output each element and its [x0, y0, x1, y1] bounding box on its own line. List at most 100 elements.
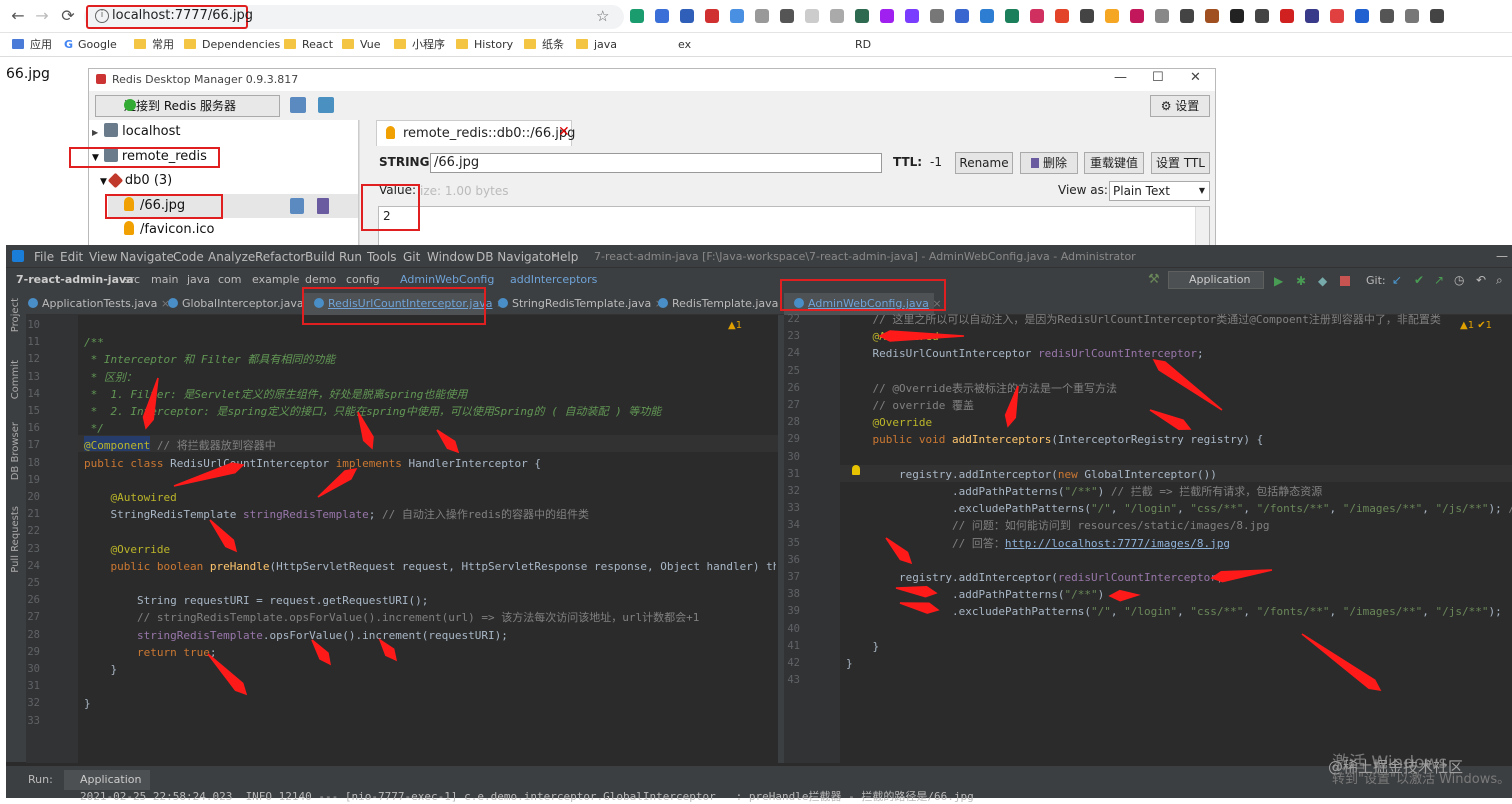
breadcrumb-item[interactable]: java — [187, 273, 210, 286]
code-line[interactable]: String requestURI = request.getRequestUR… — [84, 592, 776, 609]
bookmark-folder[interactable]: History — [456, 37, 513, 53]
bookmark-apps[interactable]: 应用 — [12, 37, 52, 53]
settings-button[interactable]: ⚙ 设置 — [1150, 95, 1210, 117]
code-line[interactable]: StringRedisTemplate stringRedisTemplate;… — [84, 506, 776, 523]
code-line[interactable]: // 回答：http://localhost:7777/images/8.jpg — [846, 535, 1230, 552]
code-line[interactable]: .addPathPatterns("/**") — [846, 586, 1104, 603]
bookmark-folder[interactable]: Dependencies — [184, 37, 280, 53]
code-line[interactable]: public void addInterceptors(InterceptorR… — [846, 431, 1264, 448]
extension-icon[interactable] — [1105, 9, 1119, 23]
extension-icon[interactable] — [680, 9, 694, 23]
menu-item[interactable]: Edit — [60, 250, 83, 264]
bookmark-folder[interactable]: Vue — [342, 37, 381, 53]
commit-tool-button[interactable]: Commit — [10, 360, 21, 399]
run-tab-application[interactable]: Application — [64, 770, 150, 790]
extension-icon[interactable] — [1180, 9, 1194, 23]
extension-icon[interactable] — [1430, 9, 1444, 23]
extension-icon[interactable] — [1055, 9, 1069, 23]
code-line[interactable]: } — [846, 655, 853, 672]
code-line[interactable]: registry.addInterceptor(redisUrlCountInt… — [846, 569, 1224, 586]
reload-icon[interactable]: ⟳ — [58, 6, 78, 26]
code-line[interactable] — [84, 472, 776, 489]
project-tool-button[interactable]: Project — [10, 298, 21, 332]
code-line[interactable]: * 1. Filter: 是Servlet定义的原生组件，好处是脱离spring… — [84, 386, 776, 403]
copy-key-icon[interactable] — [290, 198, 304, 214]
bookmark-folder[interactable]: React — [284, 37, 333, 53]
extension-icon[interactable] — [1230, 9, 1244, 23]
git-commit-icon[interactable]: ✔ — [1414, 273, 1424, 287]
breadcrumb-item[interactable]: com — [218, 273, 242, 286]
extension-icon[interactable] — [1380, 9, 1394, 23]
menu-item[interactable]: View — [89, 250, 117, 264]
breadcrumb-item[interactable]: src — [124, 273, 140, 286]
extension-icon[interactable] — [630, 9, 644, 23]
code-line[interactable]: // @Override表示被标注的方法是一个重写方法 — [846, 380, 1116, 397]
code-line[interactable] — [84, 317, 776, 334]
extension-icon[interactable] — [1280, 9, 1294, 23]
menu-item[interactable]: Build — [305, 250, 335, 264]
code-line[interactable]: /** — [84, 334, 776, 351]
bookmark-google[interactable]: G Google — [64, 37, 117, 53]
set-ttl-button[interactable]: 设置 TTL — [1151, 152, 1210, 174]
coverage-icon[interactable]: ◆ — [1318, 274, 1327, 288]
extension-icon[interactable] — [1030, 9, 1044, 23]
run-config-select[interactable]: Application — [1168, 271, 1264, 289]
minimize-icon[interactable]: — — [1496, 249, 1508, 263]
code-line[interactable]: @Component // 将拦截器放到容器中 — [84, 437, 776, 454]
code-line[interactable]: public boolean preHandle(HttpServletRequ… — [84, 558, 777, 575]
breadcrumb-item[interactable]: demo — [305, 273, 336, 286]
view-as-select[interactable]: Plain Text ▼ — [1109, 181, 1210, 201]
tab-application-tests[interactable]: ApplicationTests.java × — [28, 297, 170, 310]
debug-icon[interactable]: ✱ — [1296, 274, 1306, 288]
bookmark-star-icon[interactable]: ☆ — [596, 7, 609, 25]
tab-redis-template[interactable]: RedisTemplate.java ⌄ — [658, 297, 791, 310]
code-line[interactable]: // override 覆盖 — [846, 397, 973, 414]
code-line[interactable] — [84, 523, 776, 540]
menu-item[interactable]: Refactor — [255, 250, 305, 264]
breadcrumb-item[interactable]: addInterceptors — [510, 273, 597, 286]
stop-icon[interactable] — [1340, 276, 1350, 286]
bookmark-folder[interactable]: 纸条 — [524, 37, 564, 53]
menu-item[interactable]: Run — [339, 250, 362, 264]
breadcrumb-item[interactable]: config — [346, 273, 380, 286]
breadcrumb-item[interactable]: example — [252, 273, 299, 286]
hammer-icon[interactable]: ⚒ — [1148, 272, 1160, 287]
close-tab-icon[interactable]: ✕ — [558, 124, 570, 140]
code-line[interactable]: } — [84, 695, 776, 712]
tree-item-db0[interactable]: ▼ db0 (3) — [100, 169, 172, 193]
rollback-icon[interactable]: ↶ — [1476, 273, 1486, 287]
code-line[interactable]: * 2. Interceptor: 是spring定义的接口，只能在spring… — [84, 403, 776, 420]
bookmark-ex[interactable]: ex — [678, 37, 691, 53]
code-line[interactable]: @Autowired — [84, 489, 776, 506]
menu-item[interactable]: File — [34, 250, 54, 264]
extension-icon[interactable] — [755, 9, 769, 23]
extension-icon[interactable] — [905, 9, 919, 23]
git-update-icon[interactable]: ↙ — [1392, 273, 1402, 287]
code-line[interactable]: @Override — [84, 541, 776, 558]
code-line[interactable]: public class RedisUrlCountInterceptor im… — [84, 455, 776, 472]
extension-icon[interactable] — [980, 9, 994, 23]
info-icon[interactable]: i — [95, 9, 109, 23]
connect-redis-button[interactable]: 连接到 Redis 服务器 — [95, 95, 280, 117]
tab-string-redis-template[interactable]: StringRedisTemplate.java × — [498, 297, 664, 310]
menu-item[interactable]: Tools — [367, 250, 397, 264]
code-line[interactable]: // 问题：如何能访问到 resources/static/images/8.j… — [846, 517, 1270, 534]
tree-item-localhost[interactable]: ▶ localhost — [92, 120, 181, 144]
extension-icon[interactable] — [655, 9, 669, 23]
value-scrollbar[interactable] — [1195, 207, 1209, 247]
export-icon[interactable] — [318, 97, 334, 113]
menu-item[interactable]: Analyze — [208, 250, 255, 264]
delete-button[interactable]: 删除 — [1020, 152, 1078, 174]
breadcrumb-item[interactable]: 7-react-admin-java — [16, 273, 134, 286]
menu-item[interactable]: Window — [427, 250, 474, 264]
bookmark-rd[interactable]: RD — [855, 37, 871, 53]
extension-icon[interactable] — [955, 9, 969, 23]
code-line[interactable]: // 这里之所以可以自动注入，是因为RedisUrlCountIntercept… — [846, 311, 1440, 328]
code-line[interactable]: return true; — [84, 644, 776, 661]
code-line[interactable]: // stringRedisTemplate.opsForValue().inc… — [84, 609, 776, 626]
code-line[interactable] — [84, 575, 776, 592]
extension-icon[interactable] — [730, 9, 744, 23]
bookmark-folder[interactable]: java — [576, 37, 617, 53]
code-line[interactable]: .addPathPatterns("/**") // 拦截 => 拦截所有请求，… — [846, 483, 1322, 500]
code-line[interactable]: */ — [84, 420, 776, 437]
